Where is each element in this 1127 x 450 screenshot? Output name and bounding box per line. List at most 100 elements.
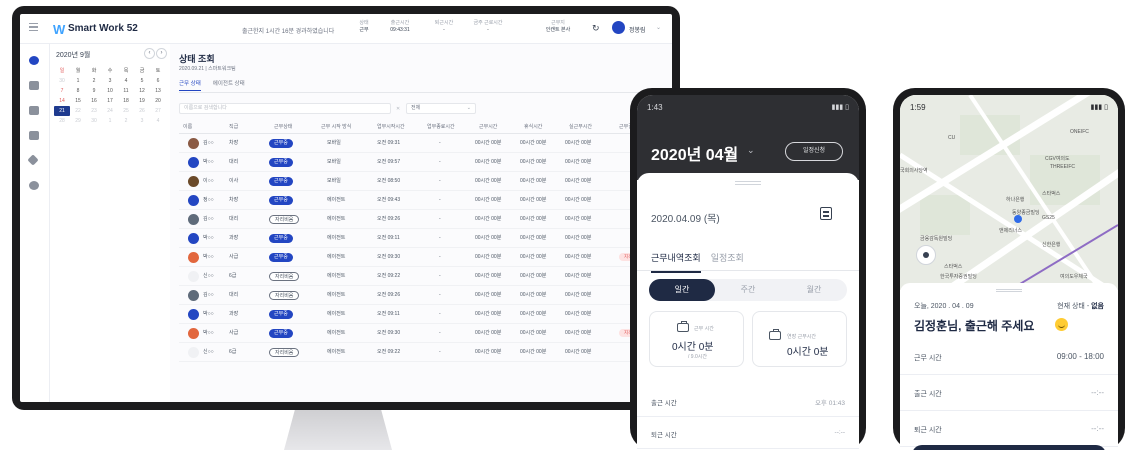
- next-month-button[interactable]: ›: [156, 48, 167, 59]
- calendar-day[interactable]: 25: [118, 106, 134, 116]
- table-row[interactable]: 박○○ 대리 근무중 모바일 오전 09:57 - 00시간 00분 00시간 …: [179, 153, 672, 172]
- map[interactable]: 1:59 ▮▮▮ ▯ CU ONEIFC CGV여의도 THREEIFC 하나은…: [900, 95, 1118, 298]
- table-row[interactable]: 정○○ 차장 근무중 에이전트 오전 09:43 - 00시간 00분 00시간…: [179, 191, 672, 210]
- calendar-day[interactable]: 9: [86, 86, 102, 96]
- segment-weekly[interactable]: 주간: [715, 279, 781, 301]
- calendar-day-selected[interactable]: 21: [54, 106, 70, 116]
- map-label: 금융감독원빌딩: [920, 236, 953, 242]
- calendar-day[interactable]: 12: [134, 86, 150, 96]
- table-row[interactable]: 김○○ 대리 자리비움 에이전트 오전 09:26 - 00시간 00분 00시…: [179, 286, 672, 305]
- table-row[interactable]: 이○○ 이사 근무중 모바일 오전 08:50 - 00시간 00분 00시간 …: [179, 172, 672, 191]
- header-stat-weekly-hours: 금주 근로시간 -: [473, 20, 503, 33]
- calendar-day[interactable]: 11: [118, 86, 134, 96]
- people-icon[interactable]: [29, 56, 39, 65]
- table-row[interactable]: 박○○ 사급 근무중 에이전트 오전 09:30 - 00시간 00분 00시간…: [179, 324, 672, 343]
- card-label: 연장 근무시간: [787, 334, 816, 340]
- table-row[interactable]: 신○○ 6급 자리비움 에이전트 오전 09:22 - 00시간 00분 00시…: [179, 267, 672, 286]
- monitor-icon[interactable]: [29, 81, 39, 90]
- map-label: 신한은행: [1042, 242, 1061, 248]
- tab-agent-status[interactable]: 에이전트 상태: [213, 79, 245, 91]
- calendar-day[interactable]: 28: [54, 116, 70, 126]
- user-avatar[interactable]: [612, 21, 625, 34]
- current-state: 현재 상태 - 없음: [1057, 301, 1104, 311]
- calendar-day[interactable]: 15: [70, 96, 86, 106]
- table-header: 이름 직급 근무상태 근무 시작 방식 업무시작시간 업무종료시간 근무시간 휴…: [179, 120, 672, 134]
- phone1-screen: 1:43 ▮▮▮ ▯ 2020년 04월 ⌄ 일정신청 2020.04.09 (…: [637, 95, 859, 450]
- weekday: 수: [107, 68, 113, 74]
- status-badge: 근무중: [269, 177, 293, 186]
- table-row[interactable]: 신○○ 6급 자리비움 에이전트 오전 09:22 - 00시간 00분 00시…: [179, 343, 672, 362]
- calendar-day[interactable]: 5: [134, 76, 150, 86]
- schedule-apply-button[interactable]: 일정신청: [785, 142, 843, 161]
- calendar-day[interactable]: 19: [134, 96, 150, 106]
- segment-monthly[interactable]: 월간: [781, 279, 847, 301]
- calendar-day[interactable]: 2: [118, 116, 134, 126]
- refresh-icon[interactable]: ↻: [592, 23, 600, 34]
- close-icon[interactable]: ✕: [396, 106, 400, 112]
- clock-out-row: 퇴근 시간 --:--: [637, 417, 859, 449]
- calendar-day[interactable]: 29: [70, 116, 86, 126]
- card-value: 0시간 0분: [672, 342, 714, 353]
- calendar-day[interactable]: 10: [102, 86, 118, 96]
- calendar-day[interactable]: 4: [118, 76, 134, 86]
- calendar-day[interactable]: 2: [86, 76, 102, 86]
- calendar-day[interactable]: 17: [102, 96, 118, 106]
- briefcase-icon: [769, 329, 781, 340]
- calendar-day[interactable]: 27: [150, 106, 166, 116]
- calendar-day[interactable]: 18: [118, 96, 134, 106]
- calendar-day[interactable]: 14: [54, 96, 70, 106]
- cell-end: -: [439, 235, 441, 241]
- cell-rest: 00시간 00분: [520, 140, 547, 146]
- cell-work: 00시간 00분: [475, 140, 502, 146]
- tab-work-status[interactable]: 근무 상태: [179, 79, 201, 91]
- calendar-day[interactable]: 26: [134, 106, 150, 116]
- table-row[interactable]: 박○○ 사급 근무중 에이전트 오전 09:30 - 00시간 00분 00시간…: [179, 248, 672, 267]
- chevron-down-icon[interactable]: ⌄: [656, 24, 661, 31]
- clock-in-button[interactable]: [912, 445, 1106, 450]
- location-icon[interactable]: [916, 245, 936, 265]
- calendar-day[interactable]: 4: [150, 116, 166, 126]
- table-row[interactable]: 박○○ 과장 근무중 에이전트 오전 09:11 - 00시간 00분 00시간…: [179, 229, 672, 248]
- calendar-day[interactable]: 3: [102, 76, 118, 86]
- signal-battery-icon: ▮▮▮ ▯: [1090, 104, 1108, 111]
- calendar-icon[interactable]: [29, 131, 39, 140]
- table-row[interactable]: 김○○ 대리 자리비움 에이전트 오전 09:26 - 00시간 00분 00시…: [179, 210, 672, 229]
- pen-icon[interactable]: [27, 154, 39, 166]
- status-filter-select[interactable]: 전체 ⌄: [406, 103, 476, 114]
- column-header: 근무상태: [274, 124, 293, 130]
- calendar-day[interactable]: 24: [102, 106, 118, 116]
- cell-rank: 과장: [229, 311, 239, 317]
- prev-month-button[interactable]: ‹: [144, 48, 155, 59]
- calendar-day[interactable]: 7: [54, 86, 70, 96]
- cell-start: 오전 09:11: [377, 311, 400, 317]
- calendar-day[interactable]: 16: [86, 96, 102, 106]
- calendar-day[interactable]: 23: [86, 106, 102, 116]
- user-name[interactable]: 정봉림: [629, 25, 646, 34]
- search-input[interactable]: 이름으로 검색합니다: [179, 103, 391, 114]
- calendar-icon[interactable]: [820, 207, 832, 220]
- calendar-day[interactable]: 6: [150, 76, 166, 86]
- header-stat-workplace: 근무지 인캔트 본사: [545, 20, 571, 33]
- calendar-day[interactable]: 1: [70, 76, 86, 86]
- drag-handle[interactable]: [996, 289, 1022, 292]
- calendar-day[interactable]: 30: [54, 76, 70, 86]
- table-row[interactable]: 김○○ 차장 근무중 모바일 오전 09:31 - 00시간 00분 00시간 …: [179, 134, 672, 153]
- drag-handle[interactable]: [735, 181, 761, 185]
- calendar-day[interactable]: 3: [134, 116, 150, 126]
- calendar-day[interactable]: 1: [102, 116, 118, 126]
- table-row[interactable]: 박○○ 과장 근무중 에이전트 오전 09:11 - 00시간 00분 00시간…: [179, 305, 672, 324]
- check-icon[interactable]: [29, 106, 39, 115]
- menu-icon[interactable]: [29, 23, 38, 31]
- segment-daily[interactable]: 일간: [649, 279, 715, 301]
- chevron-down-icon[interactable]: ⌄: [747, 145, 755, 156]
- calendar-day[interactable]: 20: [150, 96, 166, 106]
- calendar-day[interactable]: 22: [70, 106, 86, 116]
- cell-method: 모바일: [327, 140, 341, 146]
- gear-icon[interactable]: [29, 181, 39, 190]
- calendar-day[interactable]: 30: [86, 116, 102, 126]
- month-title[interactable]: 2020년 04월: [651, 141, 738, 165]
- weekday: 금: [139, 68, 145, 74]
- main-content: 상태 조회 2020.09.21 | 스마트워크팀 근무 상태 에이전트 상태 …: [170, 44, 672, 402]
- calendar-day[interactable]: 13: [150, 86, 166, 96]
- calendar-day[interactable]: 8: [70, 86, 86, 96]
